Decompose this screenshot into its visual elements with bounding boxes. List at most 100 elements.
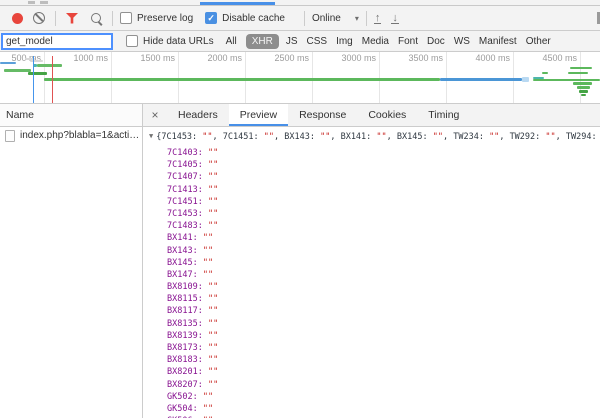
dom-content-loaded-line (33, 56, 34, 103)
waterfall-bar (570, 67, 592, 70)
json-property-row[interactable]: BX145: "" (143, 257, 600, 269)
request-row[interactable]: index.php?blabla=1&action… (0, 127, 142, 144)
filter-chip-font[interactable]: Font (398, 36, 418, 47)
property-value: "" (208, 148, 218, 158)
json-property-row[interactable]: BX8201: "" (143, 366, 600, 378)
filter-chip-img[interactable]: Img (336, 36, 353, 47)
filter-chip-ws[interactable]: WS (454, 36, 470, 47)
filter-toggle-button[interactable] (63, 9, 81, 27)
json-property-row[interactable]: 7C1413: "" (143, 184, 600, 196)
preserve-log-checkbox[interactable]: Preserve log (120, 12, 193, 24)
request-list: index.php?blabla=1&action… (0, 127, 143, 418)
record-button[interactable] (8, 9, 26, 27)
json-property-row[interactable]: BX8109: "" (143, 281, 600, 293)
filter-chip-media[interactable]: Media (362, 36, 389, 47)
json-property-row[interactable]: 7C1403: "" (143, 147, 600, 159)
filter-chip-all[interactable]: All (226, 36, 237, 47)
separator (366, 11, 367, 26)
waterfall-bar (4, 69, 31, 72)
json-property-row[interactable]: BX8115: "" (143, 293, 600, 305)
json-property-row[interactable]: 7C1451: "" (143, 196, 600, 208)
search-button[interactable] (87, 9, 105, 27)
property-name: BX147: (167, 270, 203, 280)
property-value: "" (203, 392, 213, 402)
close-detail-button[interactable]: × (143, 104, 167, 126)
comma: , (387, 132, 397, 142)
import-har-button[interactable]: ↑ (374, 13, 382, 24)
property-value: "" (208, 380, 218, 390)
json-property-row[interactable]: 7C1453: "" (143, 208, 600, 220)
tab-timing[interactable]: Timing (417, 104, 470, 126)
json-property-row[interactable]: 7C1407: "" (143, 171, 600, 183)
waterfall-bar (579, 90, 588, 93)
json-property-row[interactable]: BX8173: "" (143, 342, 600, 354)
json-property-row[interactable]: BX8117: "" (143, 305, 600, 317)
json-property-row[interactable]: GK504: "" (143, 403, 600, 415)
waterfall-bar (573, 82, 592, 85)
waterfall-bar (581, 94, 586, 96)
property-name: 7C1403: (167, 148, 208, 158)
search-icon (91, 13, 101, 23)
comma: , (556, 132, 566, 142)
tab-preview[interactable]: Preview (229, 104, 288, 126)
filter-chip-manifest[interactable]: Manifest (479, 36, 517, 47)
device-toolbar-icon[interactable] (40, 1, 48, 4)
property-name: BX145: (167, 258, 203, 268)
disable-cache-label: Disable cache (222, 13, 285, 24)
document-icon (5, 130, 15, 142)
filter-chip-other[interactable]: Other (526, 36, 551, 47)
throttling-dropdown[interactable]: Online ▾ (312, 13, 359, 24)
filter-chip-doc[interactable]: Doc (427, 36, 445, 47)
tab-response[interactable]: Response (288, 104, 357, 126)
summary-value: "" (489, 132, 499, 142)
comma: , (213, 132, 223, 142)
property-value: "" (208, 185, 218, 195)
clear-button[interactable] (30, 9, 48, 27)
json-property-row[interactable]: BX8135: "" (143, 318, 600, 330)
json-property-row[interactable]: BX147: "" (143, 269, 600, 281)
tab-cookies[interactable]: Cookies (357, 104, 417, 126)
filter-chip-xhr[interactable]: XHR (246, 34, 279, 49)
property-name: BX8115: (167, 294, 208, 304)
summary-value: "" (264, 132, 274, 142)
property-value: "" (208, 331, 218, 341)
summary-key: BX141: (341, 132, 377, 142)
hide-data-urls-checkbox[interactable]: Hide data URLs (126, 35, 214, 47)
json-property-row[interactable]: GK502: "" (143, 391, 600, 403)
filter-chip-js[interactable]: JS (286, 36, 298, 47)
property-name: BX8135: (167, 319, 208, 329)
json-property-row[interactable]: 7C1405: "" (143, 159, 600, 171)
inspect-icon[interactable] (28, 1, 35, 4)
json-property-row[interactable]: BX141: "" (143, 232, 600, 244)
summary-key: BX145: (397, 132, 433, 142)
property-value: "" (208, 221, 218, 231)
json-property-row[interactable]: BX8139: "" (143, 330, 600, 342)
waterfall-bar (0, 62, 16, 65)
json-property-row[interactable]: BX143: "" (143, 245, 600, 257)
disable-cache-checkbox[interactable]: ✓ Disable cache (205, 12, 285, 24)
property-name: BX143: (167, 246, 203, 256)
json-property-row[interactable]: 7C1483: "" (143, 220, 600, 232)
filter-input[interactable] (2, 34, 112, 49)
property-value: "" (203, 246, 213, 256)
property-value: "" (208, 172, 218, 182)
json-property-row[interactable]: BX8207: "" (143, 379, 600, 391)
waterfall-bar (533, 79, 600, 81)
json-root-summary[interactable]: ▼{7C1453: "", 7C1451: "", BX143: "", BX1… (143, 127, 600, 147)
waterfall-bar (440, 78, 522, 81)
network-overview[interactable]: 500 ms1000 ms1500 ms2000 ms2500 ms3000 m… (0, 52, 600, 104)
json-property-row[interactable]: BX8183: "" (143, 354, 600, 366)
property-value: "" (208, 319, 218, 329)
separator (304, 11, 305, 26)
name-column-header[interactable]: Name (0, 104, 143, 126)
property-name: BX8173: (167, 343, 208, 353)
devtools-tabstrip-sliver (0, 0, 600, 6)
disclosure-triangle-icon[interactable]: ▼ (149, 132, 153, 140)
property-name: 7C1407: (167, 172, 208, 182)
filter-chip-css[interactable]: CSS (307, 36, 328, 47)
tab-headers[interactable]: Headers (167, 104, 229, 126)
property-name: BX8109: (167, 282, 208, 292)
property-value: "" (203, 404, 213, 414)
export-har-button[interactable]: ↓ (391, 13, 399, 24)
json-property-rows: 7C1403: ""7C1405: ""7C1407: ""7C1413: ""… (143, 147, 600, 418)
